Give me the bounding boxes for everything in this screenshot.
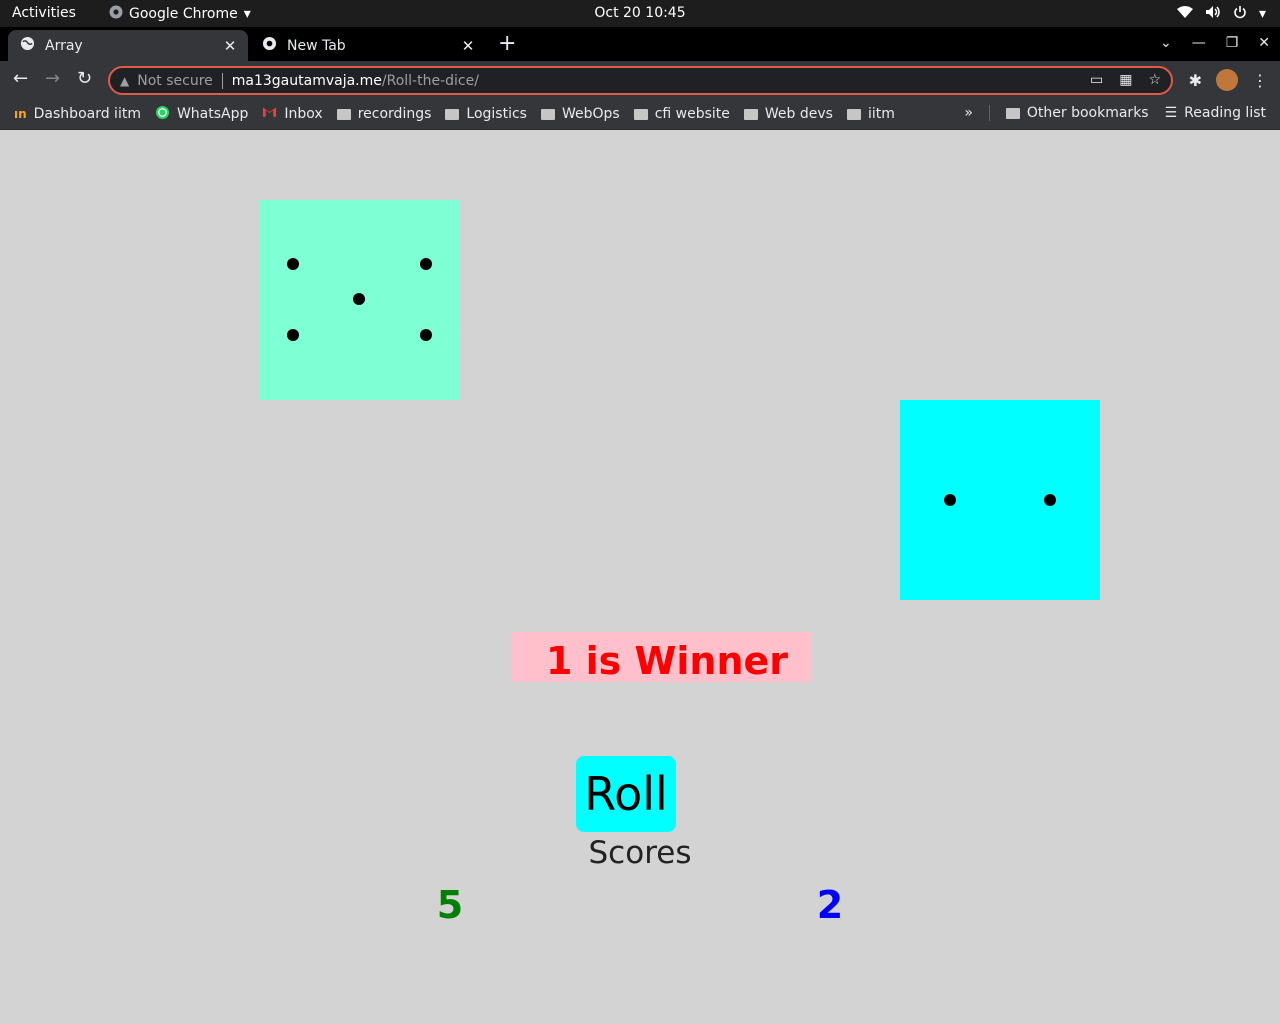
tab-search-chevron-icon[interactable]: ⌄ <box>1160 35 1172 51</box>
toolbar-right: ✱ ⋮ <box>1189 69 1268 91</box>
back-arrow-icon[interactable]: ← <box>13 69 28 89</box>
restore-icon[interactable]: ❐ <box>1226 35 1239 51</box>
bookmark-folder-cfi-website[interactable]: cfi website <box>633 106 730 122</box>
scores-heading: Scores <box>588 835 692 871</box>
die-pip <box>287 258 299 270</box>
whatsapp-icon <box>155 105 170 124</box>
caret-down-icon: ▾ <box>1258 6 1266 22</box>
bookmark-label: Web devs <box>764 106 833 122</box>
bookmark-label: Dashboard iitm <box>33 106 141 122</box>
bookmark-label: WebOps <box>561 106 620 122</box>
divider <box>221 72 223 89</box>
other-bookmarks[interactable]: Other bookmarks <box>1005 105 1149 121</box>
other-bookmarks-label: Other bookmarks <box>1026 105 1149 121</box>
bookmark-folder-recordings[interactable]: recordings <box>336 106 432 122</box>
bookmark-bar-divider <box>988 105 990 121</box>
reload-icon[interactable]: ↻ <box>77 69 92 89</box>
bookmark-label: WhatsApp <box>176 106 249 122</box>
tab-strip: Array ✕ New Tab ✕ + ⌄ — ❐ ✕ <box>0 27 1280 61</box>
new-tab-plus-icon[interactable]: + <box>498 32 516 56</box>
die-pip <box>420 329 432 341</box>
system-top-bar: Activities Google Chrome ▾ Oct 20 10:45 … <box>0 0 1280 27</box>
bookmark-folder-webops[interactable]: WebOps <box>540 106 620 122</box>
qr-code-icon[interactable]: ▦ <box>1119 72 1132 88</box>
player2-die <box>900 400 1100 600</box>
bookmark-label: iitm <box>867 106 895 122</box>
iitm-icon: ın <box>14 107 27 121</box>
clock[interactable]: Oct 20 10:45 <box>0 5 1280 21</box>
bookmark-star-icon[interactable]: ☆ <box>1148 72 1161 88</box>
chrome-icon <box>262 36 277 55</box>
omnibox-actions: ▭ ▦ ☆ <box>1090 72 1161 88</box>
player1-die <box>260 200 460 400</box>
url-host: ma13gautamvaja.me <box>231 72 382 89</box>
close-window-icon[interactable]: ✕ <box>1258 35 1270 51</box>
extensions-puzzle-icon[interactable]: ✱ <box>1189 71 1202 90</box>
bookmark-label: recordings <box>357 106 432 122</box>
window-controls: ⌄ — ❐ ✕ <box>1160 35 1270 51</box>
close-tab-icon[interactable]: ✕ <box>456 37 480 55</box>
bookmarks-bar: ın Dashboard iitm WhatsApp Inbox recordi… <box>0 99 1280 130</box>
player2-score: 2 <box>816 883 844 927</box>
address-bar[interactable]: ▲ Not secure ma13gautamvaja.me/Roll-the-… <box>108 66 1173 95</box>
warning-triangle-icon[interactable]: ▲ <box>120 74 129 88</box>
player1-score: 5 <box>436 883 464 927</box>
die-pip <box>944 494 956 506</box>
folder-icon <box>445 108 460 120</box>
bookmarks-right: » Other bookmarks ☰ Reading list <box>964 105 1266 121</box>
bookmark-whatsapp[interactable]: WhatsApp <box>155 105 248 124</box>
minimize-icon[interactable]: — <box>1192 35 1206 51</box>
folder-icon <box>1005 107 1020 119</box>
die-pip <box>353 293 365 305</box>
folder-icon <box>743 108 758 120</box>
url-path: /Roll-the-dice/ <box>381 72 479 89</box>
tab-title: New Tab <box>287 37 346 54</box>
gmail-icon <box>262 106 277 122</box>
install-app-icon[interactable]: ▭ <box>1090 72 1103 88</box>
globe-icon <box>20 36 35 55</box>
winner-text: 1 is Winner <box>545 639 789 683</box>
tab-array[interactable]: Array ✕ <box>8 30 248 61</box>
close-tab-icon[interactable]: ✕ <box>218 37 242 55</box>
bookmark-label: Logistics <box>466 106 527 122</box>
volume-icon <box>1205 5 1221 23</box>
folder-icon <box>846 108 861 120</box>
die-pip <box>287 329 299 341</box>
bookmark-inbox[interactable]: Inbox <box>262 106 323 122</box>
roll-button[interactable]: Roll <box>576 756 676 832</box>
reading-list-label: Reading list <box>1184 105 1266 121</box>
die-pip <box>420 258 432 270</box>
forward-arrow-icon[interactable]: → <box>45 69 60 89</box>
die-pip <box>1044 494 1056 506</box>
profile-avatar[interactable] <box>1216 69 1238 91</box>
bookmark-label: Inbox <box>284 106 323 122</box>
folder-icon <box>336 108 351 120</box>
browser-toolbar: ← → ↻ ▲ Not secure ma13gautamvaja.me/Rol… <box>0 61 1280 99</box>
page-content: 1 is Winner Roll Scores 5 2 <box>0 131 1280 1024</box>
folder-icon <box>540 108 555 120</box>
bookmark-folder-web-devs[interactable]: Web devs <box>743 106 833 122</box>
reading-list-icon: ☰ <box>1164 105 1178 121</box>
bookmark-dashboard-iitm[interactable]: ın Dashboard iitm <box>14 106 141 122</box>
tab-title: Array <box>45 37 83 54</box>
wifi-icon <box>1176 6 1193 22</box>
menu-kebab-icon[interactable]: ⋮ <box>1252 71 1268 90</box>
folder-icon <box>633 108 648 120</box>
power-icon <box>1233 5 1247 23</box>
system-tray[interactable]: ▾ <box>1176 5 1266 23</box>
bookmark-folder-iitm[interactable]: iitm <box>846 106 895 122</box>
bookmark-label: cfi website <box>654 106 730 122</box>
reading-list[interactable]: ☰ Reading list <box>1165 105 1266 121</box>
tab-new-tab[interactable]: New Tab ✕ <box>250 30 486 61</box>
bookmarks-overflow-button[interactable]: » <box>964 105 973 121</box>
bookmark-folder-logistics[interactable]: Logistics <box>445 106 527 122</box>
security-label[interactable]: Not secure <box>137 73 213 89</box>
